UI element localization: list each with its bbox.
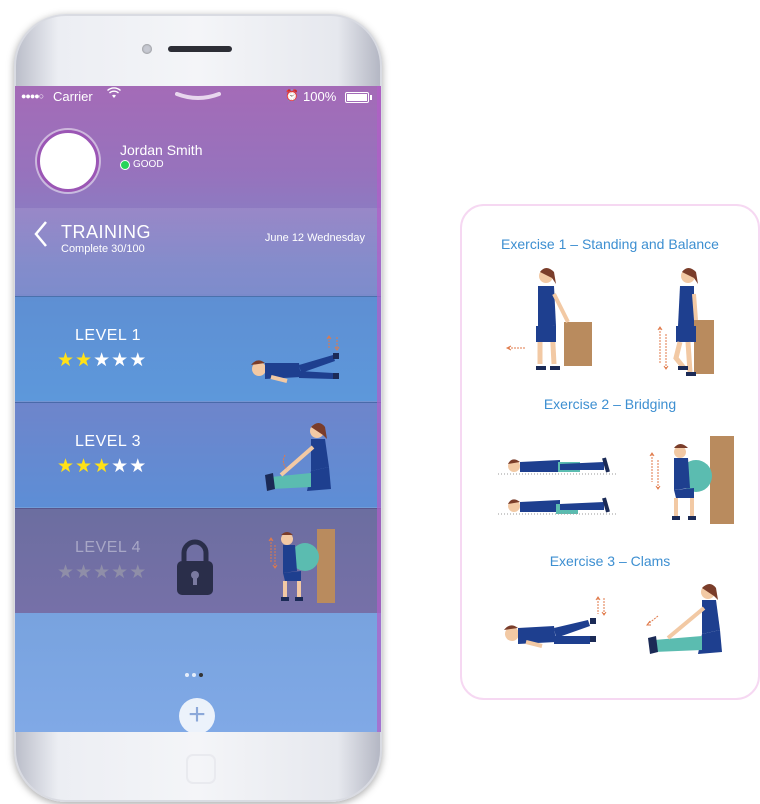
front-camera xyxy=(142,44,152,54)
lying-clam-figure-icon xyxy=(504,596,607,648)
training-progress: Complete 30/100 xyxy=(61,243,145,255)
seated-band-stretch-figure-icon xyxy=(265,423,331,491)
star-icon: ★ xyxy=(75,350,94,371)
level-card-4[interactable]: LEVEL 4 ★★★★★ xyxy=(15,508,381,613)
battery-percentage: 100% xyxy=(303,89,337,104)
level-label: LEVEL 3 xyxy=(75,433,142,450)
standing-knee-raise-figure-icon xyxy=(657,268,714,376)
wall-ball-squat-figure-icon xyxy=(649,436,734,524)
pull-down-handle-icon[interactable] xyxy=(175,92,221,102)
avatar[interactable] xyxy=(37,130,99,192)
star-icon: ★ xyxy=(111,562,130,583)
user-status: GOOD xyxy=(120,159,164,170)
bridging-lying-figure-icon xyxy=(498,457,616,515)
star-icon: ★ xyxy=(57,456,76,477)
app-screen: ●●●●○ Carrier ⏰ 100% Jordan Smith GOOD T… xyxy=(15,86,381,732)
status-dot-icon xyxy=(120,159,130,170)
star-icon: ★ xyxy=(75,562,94,583)
phone-frame: ●●●●○ Carrier ⏰ 100% Jordan Smith GOOD T… xyxy=(14,14,382,802)
user-name: Jordan Smith xyxy=(120,142,203,158)
star-icon: ★ xyxy=(93,456,112,477)
home-button[interactable] xyxy=(186,754,216,784)
page-dot[interactable] xyxy=(192,673,196,677)
standing-leg-side-raise-figure-icon xyxy=(505,268,592,370)
level-label: LEVEL 4 xyxy=(75,539,142,556)
date-label: June 12 Wednesday xyxy=(264,232,365,244)
alarm-icon: ⏰ xyxy=(285,90,299,102)
page-dot[interactable] xyxy=(185,673,189,677)
star-icon: ★ xyxy=(111,350,130,371)
exercise-title-1: Exercise 1 – Standing and Balance xyxy=(501,236,719,252)
speaker-grill xyxy=(168,46,232,52)
level-card-3[interactable]: LEVEL 3 ★★★★★ xyxy=(15,402,381,507)
star-rating: ★★★★★ xyxy=(57,561,147,584)
wifi-icon xyxy=(107,87,121,102)
star-icon: ★ xyxy=(129,456,148,477)
star-icon: ★ xyxy=(57,562,76,583)
page-indicator[interactable] xyxy=(185,664,206,682)
training-header: TRAINING Complete 30/100 June 12 Wednesd… xyxy=(15,208,381,294)
star-rating: ★★★★★ xyxy=(57,455,147,478)
carrier-label: Carrier xyxy=(53,89,93,104)
star-icon: ★ xyxy=(93,562,112,583)
star-icon: ★ xyxy=(75,456,94,477)
level-card-1[interactable]: LEVEL 1 ★★★★★ xyxy=(15,296,381,401)
battery-icon xyxy=(345,92,372,103)
exercise-title-3: Exercise 3 – Clams xyxy=(549,553,671,569)
page-title: TRAINING xyxy=(61,222,152,242)
wall-ball-squat-figure-icon xyxy=(268,529,335,603)
star-icon: ★ xyxy=(129,562,148,583)
level-label: LEVEL 1 xyxy=(75,327,142,344)
signal-icon: ●●●●○ xyxy=(21,91,44,101)
add-button[interactable]: + xyxy=(179,698,215,732)
star-rating: ★★★★★ xyxy=(57,349,147,372)
status-bar: ●●●●○ Carrier ⏰ 100% xyxy=(15,86,381,108)
exercise-guide-card: Exercise 1 – Standing and Balance Exerci… xyxy=(460,204,760,700)
chevron-left-icon[interactable] xyxy=(33,220,49,253)
lying-leg-raise-figure-icon xyxy=(251,335,340,383)
star-icon: ★ xyxy=(57,350,76,371)
seated-band-stretch-figure-icon xyxy=(646,584,722,654)
star-icon: ★ xyxy=(93,350,112,371)
lock-icon xyxy=(177,539,213,595)
page-dot-active[interactable] xyxy=(199,673,203,677)
status-label: GOOD xyxy=(133,159,164,170)
star-icon: ★ xyxy=(129,350,148,371)
star-icon: ★ xyxy=(111,456,130,477)
exercise-title-2: Exercise 2 – Bridging xyxy=(543,396,677,412)
